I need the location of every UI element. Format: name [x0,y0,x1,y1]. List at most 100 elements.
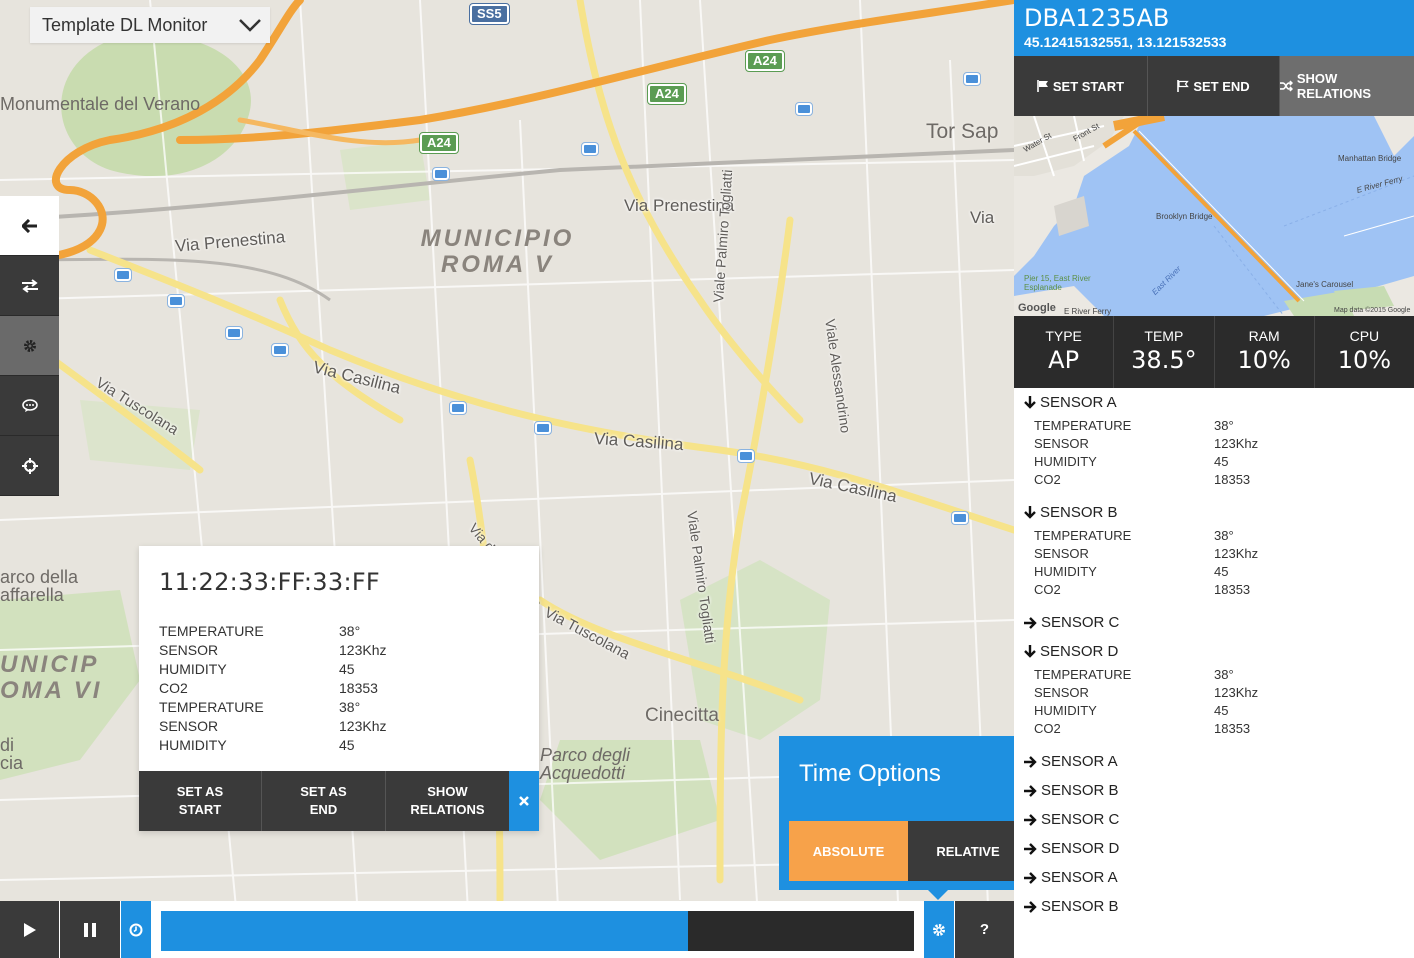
stat-cpu: CPU 10% [1315,316,1414,388]
mini-map-label: Manhattan Bridge [1338,154,1402,163]
sensor-reading-row: TEMPERATURE 38° [1034,417,1414,435]
sensor-section-toggle[interactable]: SENSOR A [1014,747,1414,776]
timeline-progress-fill [161,911,689,951]
set-as-start-button[interactable]: SET AS START [139,771,262,831]
sensor-reading-row: HUMIDITY 45 [1034,702,1414,720]
set-start-button[interactable]: SET START [1014,56,1148,116]
sensor-reading-row: HUMIDITY 45 [1034,453,1414,471]
reading-key: TEMPERATURE [1034,528,1132,543]
sensor-name: SENSOR B [1041,898,1119,915]
sensor-section-toggle[interactable]: SENSOR A [1014,388,1414,417]
detail-value: 123Khz [339,718,387,734]
reading-value: 123Khz [1214,685,1259,700]
sensor-section-toggle[interactable]: SENSOR D [1014,637,1414,666]
road-shield-a24: A24 [419,132,459,154]
crosshair-icon [21,457,38,474]
sensor-reading-row: CO2 18353 [1034,720,1414,738]
playback-bar: ? [0,901,1014,958]
device-mac-address: 11:22:33:FF:33:FF [159,568,381,596]
detail-key: HUMIDITY [159,661,227,677]
arrow-down-icon [1024,396,1036,409]
mini-map-label: Brooklyn Bridge [1156,212,1213,221]
sensor-section-toggle[interactable]: SENSOR A [1014,863,1414,892]
place-label-monumentale: Monumentale del Verano [0,94,201,114]
timeline-progress[interactable] [161,911,914,951]
detail-value: 38° [339,623,361,639]
reading-value: 123Khz [1214,546,1259,561]
show-relations-button[interactable]: SHOW RELATIONS [386,771,509,831]
sensor-reading-row: SENSOR 123Khz [1034,545,1414,563]
reading-key: SENSOR [1034,685,1089,700]
district-label-municipio: MUNICIPIO ROMA V [420,225,575,278]
flag-outline-icon [1177,80,1190,92]
place-label-parco: Parco degli Acquedotti [540,745,631,783]
gear-icon [933,923,945,936]
detail-value: 38° [339,699,361,715]
sensor-section-toggle[interactable]: SENSOR B [1014,776,1414,805]
stat-value: 10% [1337,346,1392,374]
swap-button[interactable] [0,256,59,316]
locate-button[interactable] [0,436,59,496]
road-shield-a24: A24 [647,83,687,105]
pause-button[interactable] [60,901,120,958]
stat-temp: TEMP 38.5° [1114,316,1215,388]
sensor-section-toggle[interactable]: SENSOR B [1014,498,1414,527]
clock-icon [129,923,143,936]
reading-value: 45 [1214,454,1229,469]
shuffle-icon [1280,80,1293,92]
device-coordinates: 45.12415132551, 13.121532533 [1024,34,1227,50]
help-button[interactable]: ? [955,901,1014,958]
place-label-cinecitta: Cinecitta [645,705,719,726]
device-popup: 11:22:33:FF:33:FF TEMPERATURE 38° SENSOR 1… [139,546,539,831]
arrow-down-icon [1024,506,1036,519]
sensor-name: SENSOR A [1041,869,1118,886]
sensor-name: SENSOR B [1041,782,1119,799]
sensor-section-toggle[interactable]: SENSOR B [1014,892,1414,921]
sensor-section-toggle[interactable]: SENSOR C [1014,805,1414,834]
chevron-down-icon[interactable] [230,7,270,43]
settings-button[interactable] [0,316,59,376]
sensor-reading-row: TEMPERATURE 38° [1034,527,1414,545]
popup-close-button[interactable] [509,771,539,831]
time-options-pointer [928,890,948,900]
stat-value: 38.5° [1131,346,1197,374]
button-label: RELATIONS [410,802,485,817]
relative-button[interactable]: RELATIVE [908,821,1029,881]
district-label-municipio-partial: UNICIP OMA VI [0,651,103,704]
left-toolbar [0,196,59,496]
popup-actions: SET AS START SET AS END SHOW RELATIONS [139,771,539,831]
reading-key: TEMPERATURE [1034,418,1132,433]
sensor-section-toggle[interactable]: SENSOR D [1014,834,1414,863]
mini-map[interactable]: Water St Front St Manhattan Bridge E Riv… [1014,116,1414,316]
reading-key: HUMIDITY [1034,564,1097,579]
reading-key: CO2 [1034,582,1061,597]
road-shield-ss5: SS5 [469,3,510,25]
stat-label: TEMP [1144,328,1184,344]
road-label-via: Via [970,208,995,227]
arrow-right-icon [1024,755,1037,768]
play-button[interactable] [0,901,59,958]
sensor-name: SENSOR A [1041,753,1118,770]
mini-map-label: Jane's Carousel [1296,280,1354,289]
timeline-settings-button[interactable] [924,901,954,958]
place-label-caffarella: arco della affarella [0,567,79,605]
back-button[interactable] [0,196,59,256]
absolute-button[interactable]: ABSOLUTE [789,821,908,881]
template-dropdown[interactable]: Template DL Monitor [30,7,270,43]
sensor-section-toggle[interactable]: SENSOR C [1014,608,1414,637]
set-as-end-button[interactable]: SET AS END [262,771,386,831]
panel-actions: SET START SET END SHOW RELATIONS [1014,56,1414,116]
detail-value: 123Khz [339,642,387,658]
reading-value: 123Khz [1214,436,1259,451]
reading-value: 38° [1214,528,1234,543]
comments-button[interactable] [0,376,59,436]
detail-row: SENSOR 123Khz [159,641,386,660]
show-relations-button[interactable]: SHOW RELATIONS [1280,56,1414,116]
reading-key: CO2 [1034,721,1061,736]
time-options-button[interactable] [121,901,151,958]
bus-stop-icon [167,294,185,308]
sensor-reading-row: CO2 18353 [1034,581,1414,599]
google-logo: Google [1018,302,1056,314]
set-end-button[interactable]: SET END [1148,56,1280,116]
sensor-list: SENSOR A TEMPERATURE 38° SENSOR 123Khz HUMIDI… [1014,388,1414,921]
